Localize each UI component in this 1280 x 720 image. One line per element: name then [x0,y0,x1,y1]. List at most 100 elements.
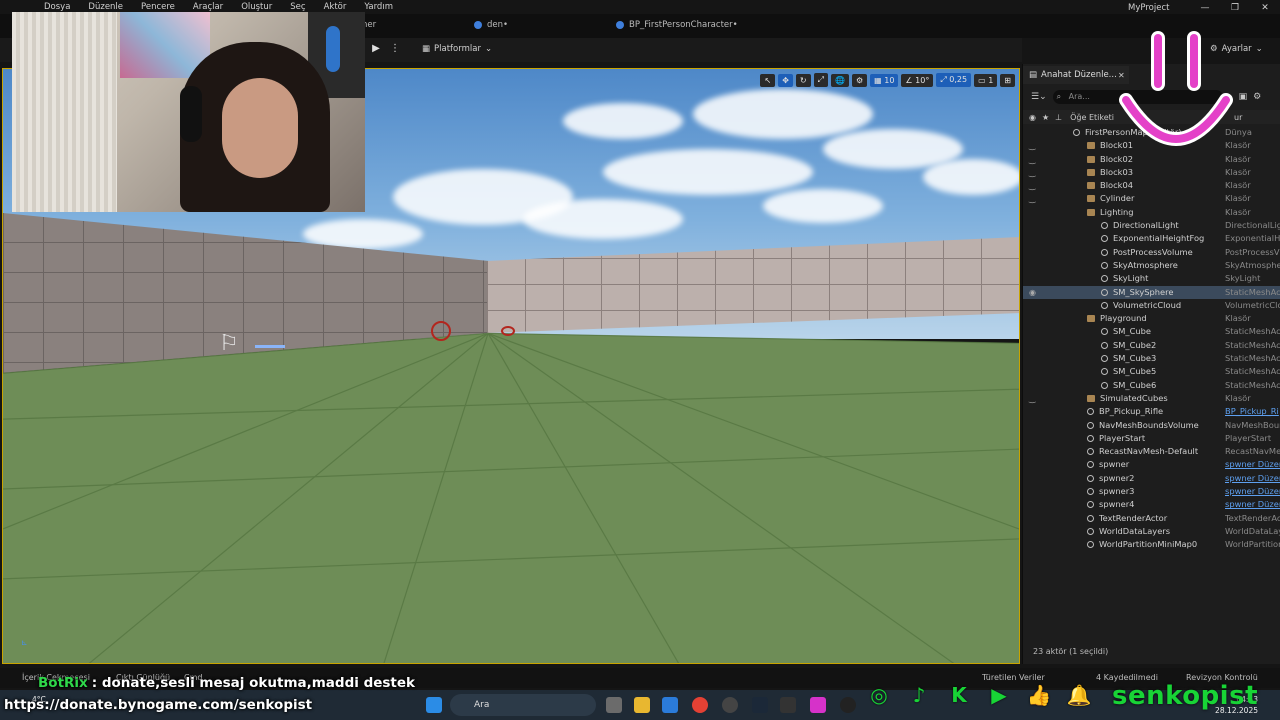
tab-den[interactable]: den• [474,20,508,30]
surface-snap-button[interactable]: ⚙ [851,73,868,87]
actor-gizmo[interactable] [431,321,451,341]
visibility-column-icon[interactable]: ◉ [1029,113,1036,122]
outliner-row[interactable]: SM_Cube3 StaticMeshAc [1023,352,1280,365]
menu-edit[interactable]: Düzenle [79,2,132,12]
filter-icon[interactable]: ☰⌄ [1031,92,1047,102]
blueprint-icon [474,21,482,29]
outliner-row[interactable]: TextRenderActor TextRenderAc [1023,512,1280,525]
file-explorer-icon[interactable] [634,697,650,713]
outliner-row[interactable]: SM_Cube6 StaticMeshAc [1023,379,1280,392]
outliner-row-type[interactable]: BP_Pickup_Ri [1225,405,1280,418]
outliner-row[interactable]: WorldDataLayers WorldDataLay [1023,525,1280,538]
outliner-row[interactable]: ‿ Cylinder Klasör [1023,192,1280,205]
outliner-row[interactable]: VolumetricCloud VolumetricClo [1023,299,1280,312]
outliner-row[interactable]: ◉ SM_SkySphere StaticMeshAc [1023,285,1280,299]
chrome-icon[interactable] [692,697,708,713]
outliner-row[interactable]: ‿ Block04 Klasör [1023,179,1280,192]
menu-build[interactable]: Oluştur [232,2,281,12]
row-label-text: VolumetricCloud [1113,299,1182,310]
windows-start-icon[interactable] [426,697,442,713]
taskbar-search-input[interactable]: Ara [450,694,596,716]
pin-column-icon[interactable]: ⊥ [1055,113,1062,122]
outliner-row[interactable]: PlayerStart PlayerStart [1023,432,1280,445]
outliner-row[interactable]: ‿ Block03 Klasör [1023,166,1280,179]
visibility-eye-icon[interactable]: ‿ [1029,192,1035,205]
outliner-row[interactable]: SkyAtmosphere SkyAtmosphe [1023,259,1280,272]
outliner-row[interactable]: SM_Cube5 StaticMeshAc [1023,365,1280,378]
outliner-row[interactable]: SM_Cube2 StaticMeshAc [1023,339,1280,352]
scale-snap-button[interactable]: ⤢ 0,25 [936,73,972,87]
epic-games-icon[interactable] [780,697,796,713]
outliner-row[interactable]: ExponentialHeightFog ExponentialHe [1023,232,1280,245]
outliner-row[interactable]: spwner3 spwner Düzen [1023,485,1280,498]
outliner-row[interactable]: Playground Klasör [1023,312,1280,325]
outliner-row[interactable]: spwner4 spwner Düzen [1023,498,1280,511]
favorite-column-icon[interactable]: ★ [1042,113,1049,122]
play-button[interactable]: ▶ [368,43,384,57]
outliner-row[interactable]: NavMeshBoundsVolume NavMeshBour [1023,419,1280,432]
cloud [693,89,873,139]
steam-icon[interactable] [752,697,768,713]
visibility-eye-icon[interactable]: ‿ [1029,153,1035,166]
outliner-row-label: SkyLight [1101,272,1227,285]
platforms-label: Platformlar [434,44,481,54]
outliner-row-type[interactable]: spwner Düzen [1225,472,1280,485]
store-icon[interactable] [662,697,678,713]
outliner-row[interactable]: PostProcessVolume PostProcessV [1023,246,1280,259]
layout-button[interactable]: ⊞ [1000,73,1015,87]
row-label-text: SM_Cube3 [1113,353,1157,364]
grid-snap-button[interactable]: ▦ 10 [870,73,899,87]
outliner-row[interactable]: SkyLight SkyLight [1023,272,1280,285]
row-label-text: SM_Cube5 [1113,366,1157,377]
visibility-eye-icon[interactable]: ‿ [1029,392,1035,405]
outliner-row-type[interactable]: spwner Düzen [1225,498,1280,511]
column-label-header[interactable]: Öğe Etiketi [1070,113,1114,122]
outliner-row[interactable]: RecastNavMesh-Default RecastNavMe [1023,445,1280,458]
unreal-engine-icon[interactable] [840,697,856,713]
app-icon[interactable] [810,697,826,713]
visibility-eye-icon[interactable]: ‿ [1029,179,1035,192]
derived-data-button[interactable]: Türetilen Veriler [982,673,1045,682]
actor-icon [1101,248,1108,256]
gear-icon[interactable]: ⚙ [1253,92,1261,102]
player-start-icon[interactable]: ⚐ [219,331,239,356]
translate-mode-button[interactable]: ✥ [778,73,793,87]
outliner-row-type[interactable]: spwner Düzen [1225,485,1280,498]
play-options-button[interactable]: ⋮ [390,43,400,54]
world-space-button[interactable]: 🌐 [831,73,849,87]
camera-speed-button[interactable]: ▭ 1 [974,73,998,87]
menu-window[interactable]: Pencere [132,2,184,12]
menu-file[interactable]: Dosya [0,2,79,12]
menu-tools[interactable]: Araçlar [184,2,232,12]
rotation-snap-button[interactable]: ∠ 10° [901,73,934,87]
actor-gizmo[interactable] [501,326,515,336]
outliner-row[interactable]: spwner spwner Düzen [1023,458,1280,471]
task-view-icon[interactable] [606,697,622,713]
outliner-row-type: SkyAtmosphe [1225,259,1280,270]
visibility-eye-icon[interactable]: ◉ [1029,286,1036,299]
outliner-row[interactable]: DirectionalLight DirectionalLig [1023,219,1280,232]
obs-icon[interactable] [722,697,738,713]
outliner-row-type[interactable]: spwner Düzen [1225,458,1280,471]
outliner-row[interactable]: spwner2 spwner Düzen [1023,472,1280,485]
rotate-mode-button[interactable]: ↻ [795,73,811,87]
outliner-row[interactable]: SM_Cube StaticMeshAc [1023,325,1280,338]
scale-mode-button[interactable]: ⤢ [813,73,828,87]
add-folder-icon[interactable]: ▣ [1239,92,1248,102]
visibility-eye-icon[interactable]: ‿ [1029,166,1035,179]
outliner-row[interactable]: Lighting Klasör [1023,206,1280,219]
outliner-row[interactable]: WorldPartitionMiniMap0 WorldPartition [1023,538,1280,551]
outliner-row[interactable]: ‿ SimulatedCubes Klasör [1023,392,1280,405]
outliner-row-type: DirectionalLig [1225,220,1280,231]
outliner-tab[interactable]: ▤ Anahat Düzenle... [1023,66,1129,84]
menu-actor[interactable]: Aktör [315,2,356,12]
menu-help[interactable]: Yardım [355,2,402,12]
visibility-eye-icon[interactable]: ‿ [1029,139,1035,152]
platforms-dropdown[interactable]: ▦ Platformlar ⌄ [422,44,492,54]
outliner-row[interactable]: BP_Pickup_Rifle BP_Pickup_Ri [1023,405,1280,418]
select-mode-button[interactable]: ↖ [760,73,776,87]
row-label-text: SkyLight [1113,273,1149,284]
tab-bp-firstpersoncharacter[interactable]: BP_FirstPersonCharacter• [616,20,738,30]
menu-select[interactable]: Seç [281,2,314,12]
outliner-row-type: StaticMeshAc [1225,326,1280,337]
